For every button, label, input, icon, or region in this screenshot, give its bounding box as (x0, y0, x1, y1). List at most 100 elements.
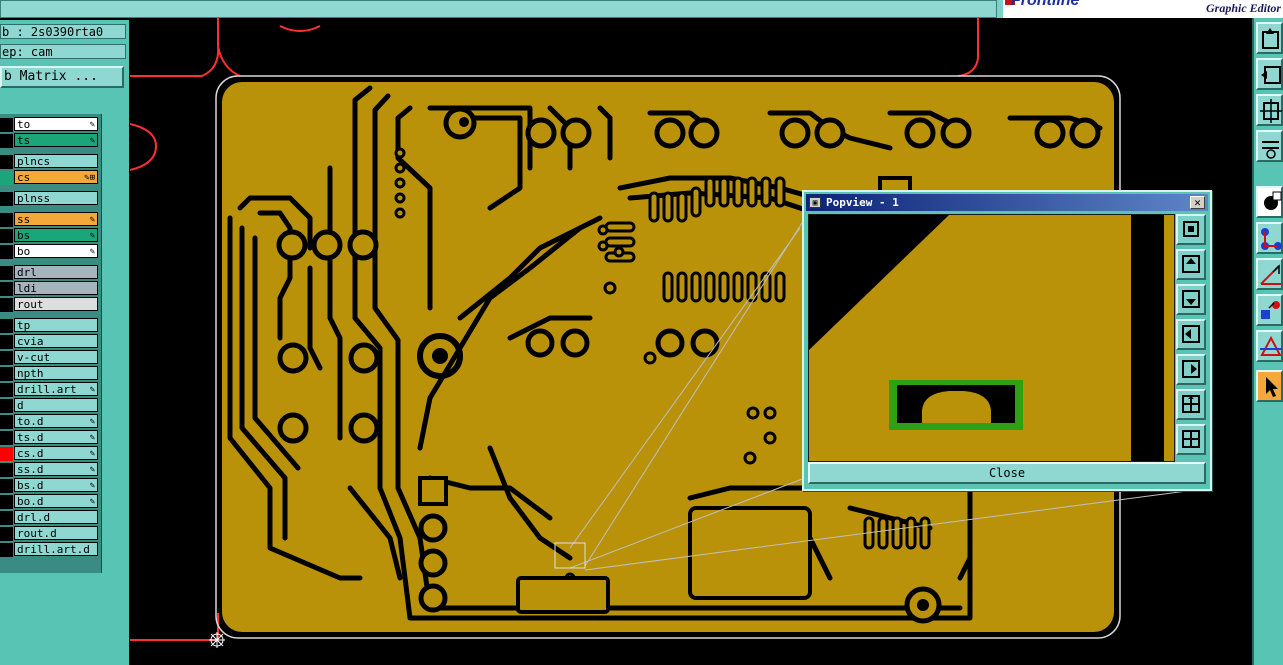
layer-marker[interactable] (0, 229, 13, 243)
layer-row-d[interactable]: d (0, 398, 100, 414)
layer-name-cell[interactable]: drill.art.d (14, 542, 98, 556)
pan-down-button[interactable] (1176, 284, 1206, 315)
layer-name-cell[interactable]: bo ✎ (14, 244, 98, 258)
pan-left-button[interactable] (1256, 58, 1283, 90)
layer-name-cell[interactable]: rout.d (14, 526, 98, 540)
add-feature-button[interactable] (1256, 294, 1283, 326)
layer-row-ldi[interactable]: ldi (0, 281, 100, 297)
layer-name-cell[interactable]: ts.d ✎ (14, 430, 98, 444)
layer-marker[interactable] (0, 495, 13, 509)
zoom-out-button[interactable] (1176, 424, 1206, 455)
layer-row-ss[interactable]: ss ✎ (0, 212, 100, 228)
layer-marker[interactable] (0, 266, 13, 280)
layer-name-cell[interactable]: ldi (14, 281, 98, 295)
layer-name-cell[interactable]: drill.art ✎ (14, 382, 98, 396)
zoom-in-button[interactable] (1176, 389, 1206, 420)
layer-marker[interactable] (0, 383, 13, 397)
layer-marker[interactable] (0, 213, 13, 227)
layer-marker[interactable] (0, 335, 13, 349)
popview-titlebar[interactable]: ▣ Popview - 1 ✕ (806, 194, 1208, 211)
layer-row-bo-d[interactable]: bo.d ✎ (0, 494, 100, 510)
layer-name-cell[interactable]: ts ✎ (14, 133, 98, 147)
layer-marker[interactable] (0, 298, 13, 312)
layer-row-bo[interactable]: bo ✎ (0, 244, 100, 260)
layer-name-cell[interactable]: ss ✎ (14, 212, 98, 226)
layer-name-cell[interactable]: v-cut (14, 350, 98, 364)
title-field[interactable] (0, 0, 997, 18)
pointer-button[interactable] (1256, 370, 1283, 402)
layer-name-cell[interactable]: rout (14, 297, 98, 311)
layer-marker[interactable] (0, 351, 13, 365)
popview-zoom-view[interactable] (808, 214, 1175, 462)
zoom-fit-button[interactable] (1176, 214, 1206, 245)
layer-row-rout-d[interactable]: rout.d (0, 526, 100, 542)
pan-up-button[interactable] (1176, 249, 1206, 280)
layer-row-plnss[interactable]: plnss (0, 191, 100, 207)
layer-name-cell[interactable]: plnss (14, 191, 98, 205)
zoom-fit-button[interactable] (1256, 94, 1283, 126)
layer-marker[interactable] (0, 319, 13, 333)
pan-right-button[interactable] (1176, 354, 1206, 385)
pan-left-button[interactable] (1176, 319, 1206, 350)
layer-marker[interactable] (0, 431, 13, 445)
layer-name-cell[interactable]: bs ✎ (14, 228, 98, 242)
layer-row-ss-d[interactable]: ss.d ✎ (0, 462, 100, 478)
layer-marker[interactable] (0, 463, 13, 477)
layer-row-v-cut[interactable]: v-cut (0, 350, 100, 366)
layer-marker[interactable] (0, 511, 13, 525)
layer-row-bs[interactable]: bs ✎ (0, 228, 100, 244)
drc-button[interactable] (1256, 330, 1283, 362)
layer-row-cs-d[interactable]: cs.d ✎ (0, 446, 100, 462)
close-icon[interactable]: ✕ (1190, 196, 1205, 209)
layer-name-cell[interactable]: ss.d ✎ (14, 462, 98, 476)
close-button[interactable]: Close (808, 462, 1206, 484)
layer-row-cs[interactable]: cs ✎⊞ (0, 170, 100, 186)
layer-name-cell[interactable]: tp (14, 318, 98, 332)
layer-row-npth[interactable]: npth (0, 366, 100, 382)
layer-name-cell[interactable]: d (14, 398, 98, 412)
layer-marker[interactable] (0, 118, 13, 132)
layer-name-cell[interactable]: npth (14, 366, 98, 380)
layer-marker[interactable] (0, 415, 13, 429)
layer-row-drl-d[interactable]: drl.d (0, 510, 100, 526)
layer-marker[interactable] (0, 543, 13, 557)
layer-marker[interactable] (0, 447, 13, 461)
layer-row-cvia[interactable]: cvia (0, 334, 100, 350)
pan-up-button[interactable] (1256, 22, 1283, 54)
layer-marker[interactable] (0, 282, 13, 296)
layer-row-to[interactable]: to ✎ (0, 117, 100, 133)
layer-name-cell[interactable]: bo.d ✎ (14, 494, 98, 508)
layer-row-plncs[interactable]: plncs (0, 154, 100, 170)
layer-marker[interactable] (0, 245, 13, 259)
layer-marker[interactable] (0, 367, 13, 381)
layer-name-cell[interactable]: drl.d (14, 510, 98, 524)
layer-row-to-d[interactable]: to.d ✎ (0, 414, 100, 430)
layer-name-cell[interactable]: bs.d ✎ (14, 478, 98, 492)
layer-marker[interactable] (0, 155, 13, 169)
layer-row-drill-art[interactable]: drill.art ✎ (0, 382, 100, 398)
layer-name-cell[interactable]: cs ✎⊞ (14, 170, 98, 184)
snap-tool-button[interactable] (1256, 130, 1283, 162)
network-connect-button[interactable] (1256, 222, 1283, 254)
layer-row-tp[interactable]: tp (0, 318, 100, 334)
layer-row-ts-d[interactable]: ts.d ✎ (0, 430, 100, 446)
layer-name-cell[interactable]: to.d ✎ (14, 414, 98, 428)
layer-marker[interactable] (0, 527, 13, 541)
layer-marker[interactable] (0, 399, 13, 413)
layer-row-bs-d[interactable]: bs.d ✎ (0, 478, 100, 494)
layer-row-drl[interactable]: drl (0, 265, 100, 281)
layer-name-cell[interactable]: cvia (14, 334, 98, 348)
matrix-button[interactable]: b Matrix ... (0, 66, 124, 88)
layer-row-drill-art-d[interactable]: drill.art.d (0, 542, 100, 558)
layer-row-ts[interactable]: ts ✎ (0, 133, 100, 149)
layer-name-cell[interactable]: cs.d ✎ (14, 446, 98, 460)
layer-marker[interactable] (0, 171, 13, 185)
measure-button[interactable] (1256, 258, 1283, 290)
layer-name-cell[interactable]: drl (14, 265, 98, 279)
select-feature-button[interactable] (1256, 186, 1283, 218)
layer-marker[interactable] (0, 192, 13, 206)
layer-name-cell[interactable]: plncs (14, 154, 98, 168)
layer-marker[interactable] (0, 479, 13, 493)
layer-name-cell[interactable]: to ✎ (14, 117, 98, 131)
layer-row-rout[interactable]: rout (0, 297, 100, 313)
